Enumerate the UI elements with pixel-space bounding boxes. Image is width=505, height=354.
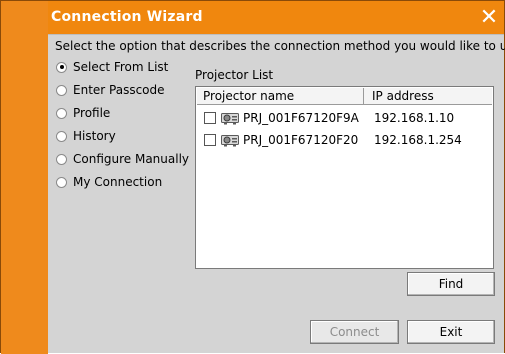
connect-button[interactable]: Connect — [310, 320, 399, 344]
table-row[interactable]: PRJ_001F67120F20 192.168.1.254 — [197, 130, 492, 152]
close-icon[interactable]: ✕ — [479, 7, 499, 29]
projector-icon — [221, 135, 239, 147]
option-history[interactable]: History — [56, 128, 116, 144]
option-label: Configure Manually — [73, 152, 190, 166]
connection-wizard-window: Connection Wizard ✕ Select the option th… — [0, 0, 505, 354]
option-my-connection[interactable]: My Connection — [56, 174, 162, 190]
option-configure-manually[interactable]: Configure Manually — [56, 151, 189, 167]
radio-button-selected[interactable] — [56, 61, 67, 73]
row-checkbox[interactable] — [204, 112, 216, 124]
side-accent-bar — [1, 1, 48, 354]
column-header-projector-name[interactable]: Projector name — [197, 88, 364, 105]
radio-button[interactable] — [56, 84, 67, 96]
projector-icon — [221, 113, 239, 125]
option-select-from-list[interactable]: Select From List — [56, 59, 168, 75]
option-label: Select From List — [73, 60, 169, 74]
radio-button[interactable] — [56, 153, 67, 165]
option-label: Enter Passcode — [73, 83, 165, 97]
projector-name: PRJ_001F67120F9A — [243, 111, 359, 125]
projector-name: PRJ_001F67120F20 — [243, 133, 359, 147]
column-header-ip-address[interactable]: IP address — [364, 88, 492, 105]
option-label: My Connection — [73, 175, 163, 189]
option-enter-passcode[interactable]: Enter Passcode — [56, 82, 165, 98]
radio-button[interactable] — [56, 176, 67, 188]
ip-address: 192.168.1.254 — [374, 133, 462, 147]
projector-list-label: Projector List — [195, 68, 274, 82]
option-profile[interactable]: Profile — [56, 105, 110, 121]
option-label: History — [73, 129, 116, 143]
find-button[interactable]: Find — [407, 272, 495, 296]
row-checkbox[interactable] — [204, 134, 216, 146]
radio-button[interactable] — [56, 130, 67, 142]
table-row[interactable]: PRJ_001F67120F9A 192.168.1.10 — [197, 108, 492, 130]
radio-button[interactable] — [56, 107, 67, 119]
instruction-text: Select the option that describes the con… — [55, 39, 505, 53]
ip-address: 192.168.1.10 — [374, 111, 455, 125]
exit-button[interactable]: Exit — [407, 320, 495, 344]
option-label: Profile — [73, 106, 111, 120]
projector-list[interactable]: Projector name IP address PRJ_001F67120F… — [195, 86, 494, 269]
window-title: Connection Wizard — [51, 9, 203, 25]
